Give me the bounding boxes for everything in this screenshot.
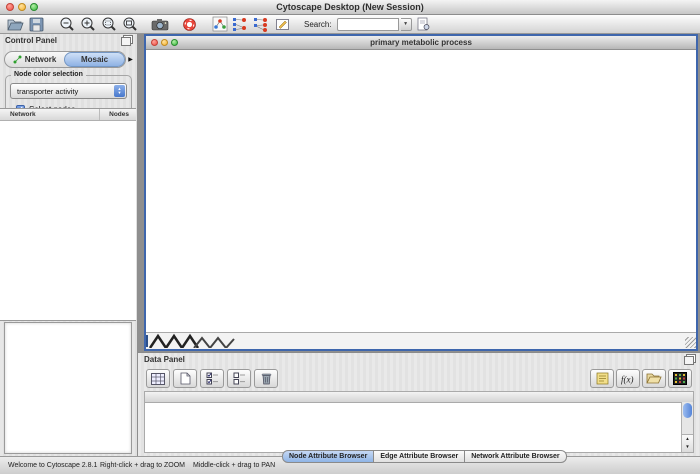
import-attributes-icon[interactable] — [642, 369, 666, 388]
node-color-dropdown[interactable]: transporter activity ▲▼ — [10, 83, 127, 99]
minimized-window-bar[interactable] — [146, 335, 148, 347]
data-panel-title: Data Panel — [144, 355, 185, 364]
control-panel-tab-bar: Network Mosaic — [4, 51, 126, 68]
tab-edge-attribute-browser[interactable]: Edge Attribute Browser — [374, 450, 465, 463]
tree-column-nodes[interactable]: Nodes — [109, 111, 129, 118]
data-panel-toolbar: f(x) — [146, 369, 692, 388]
save-icon[interactable] — [27, 16, 46, 33]
zoom-out-icon[interactable] — [57, 16, 76, 33]
scrollbar-thumb[interactable] — [683, 403, 692, 418]
snapshot-camera-icon[interactable] — [150, 16, 169, 33]
network-window-title: primary metabolic process — [146, 36, 696, 47]
delete-attribute-icon[interactable] — [254, 369, 278, 388]
search-dropdown-icon[interactable]: ▼ — [401, 18, 412, 31]
matrix-icon[interactable] — [668, 369, 692, 388]
status-pan-hint: Middle-click + drag to PAN — [193, 462, 275, 469]
attribute-table: ▲▼ — [144, 391, 694, 453]
tab-mosaic-label: Mosaic — [81, 55, 108, 64]
network-tab-icon — [13, 55, 22, 64]
zoom-in-icon[interactable] — [78, 16, 97, 33]
scroll-down-icon[interactable]: ▼ — [682, 443, 693, 451]
annotation-icon[interactable] — [273, 16, 292, 33]
net-close-button[interactable] — [151, 39, 158, 46]
window-titlebar: Cytoscape Desktop (New Session) — [0, 0, 700, 15]
select-attributes-icon[interactable] — [200, 369, 224, 388]
layout-icon-2[interactable] — [252, 16, 271, 33]
control-panel-header: Control Panel — [0, 34, 137, 49]
status-bar: Welcome to Cytoscape 2.8.1 Right-click +… — [0, 456, 700, 474]
tab-network-label: Network — [25, 55, 57, 64]
tab-node-attribute-browser[interactable]: Node Attribute Browser — [282, 450, 374, 463]
node-color-selection-label: Node color selection — [11, 71, 86, 78]
scroll-up-icon[interactable]: ▲ — [682, 435, 693, 443]
network-tree: Network Nodes — [0, 108, 136, 321]
status-zoom-hint: Right-click + drag to ZOOM — [100, 462, 185, 469]
network-window-titlebar[interactable]: primary metabolic process — [146, 36, 696, 50]
tab-network[interactable]: Network — [5, 52, 64, 67]
network-overview-icon[interactable] — [210, 16, 229, 33]
tab-overflow-icon[interactable]: ▶ — [126, 56, 135, 63]
unselect-attributes-icon[interactable] — [227, 369, 251, 388]
control-panel: Control Panel Network Mosaic ▶ Node colo… — [0, 34, 138, 456]
dropdown-stepper-icon[interactable]: ▲▼ — [114, 85, 125, 97]
layout-icon-1[interactable] — [231, 16, 250, 33]
birds-eye-view[interactable] — [4, 322, 132, 454]
search-options-icon[interactable] — [414, 16, 433, 33]
attribute-table-header — [145, 392, 693, 403]
window-title: Cytoscape Desktop (New Session) — [0, 2, 700, 12]
node-color-dropdown-value: transporter activity — [17, 87, 78, 96]
notes-icon[interactable] — [590, 369, 614, 388]
float-data-panel-icon[interactable] — [684, 356, 694, 365]
control-panel-title: Control Panel — [5, 36, 57, 45]
attribute-browser-tabs: Node Attribute Browser Edge Attribute Br… — [282, 450, 567, 463]
search-label: Search: — [304, 20, 332, 29]
table-scrollbar[interactable]: ▲▼ — [681, 402, 693, 452]
tree-header: Network Nodes — [0, 109, 136, 121]
table-grid-icon[interactable] — [146, 369, 170, 388]
open-icon[interactable] — [6, 16, 25, 33]
help-lifesaver-icon[interactable] — [180, 16, 199, 33]
cytoscape-window: Cytoscape Desktop (New Session) Search: … — [0, 0, 700, 474]
net-minimize-button[interactable] — [161, 39, 168, 46]
tab-network-attribute-browser[interactable]: Network Attribute Browser — [465, 450, 566, 463]
new-attribute-icon[interactable] — [173, 369, 197, 388]
svg-text:f(x): f(x) — [621, 374, 634, 384]
function-builder-icon[interactable]: f(x) — [616, 369, 640, 388]
network-desktop: primary metabolic process — [138, 34, 700, 352]
network-window: primary metabolic process — [144, 34, 698, 351]
tab-mosaic[interactable]: Mosaic — [64, 52, 125, 67]
tree-column-network[interactable]: Network — [10, 111, 36, 118]
net-zoom-button[interactable] — [171, 39, 178, 46]
data-panel-header: Data Panel — [138, 353, 700, 367]
float-panel-icon[interactable] — [121, 37, 131, 46]
zoom-fit-icon[interactable] — [120, 16, 139, 33]
search-input[interactable] — [337, 18, 399, 31]
resize-grip-icon[interactable] — [685, 337, 696, 348]
background-network-fragment — [148, 333, 240, 348]
zoom-selected-icon[interactable] — [99, 16, 118, 33]
network-canvas[interactable] — [146, 50, 696, 332]
minimized-windows-strip — [146, 332, 696, 349]
main-toolbar: Search: ▼ — [0, 15, 700, 34]
status-welcome: Welcome to Cytoscape 2.8.1 — [8, 462, 97, 469]
data-panel: Data Panel f(x) ▲▼ — [138, 352, 700, 456]
